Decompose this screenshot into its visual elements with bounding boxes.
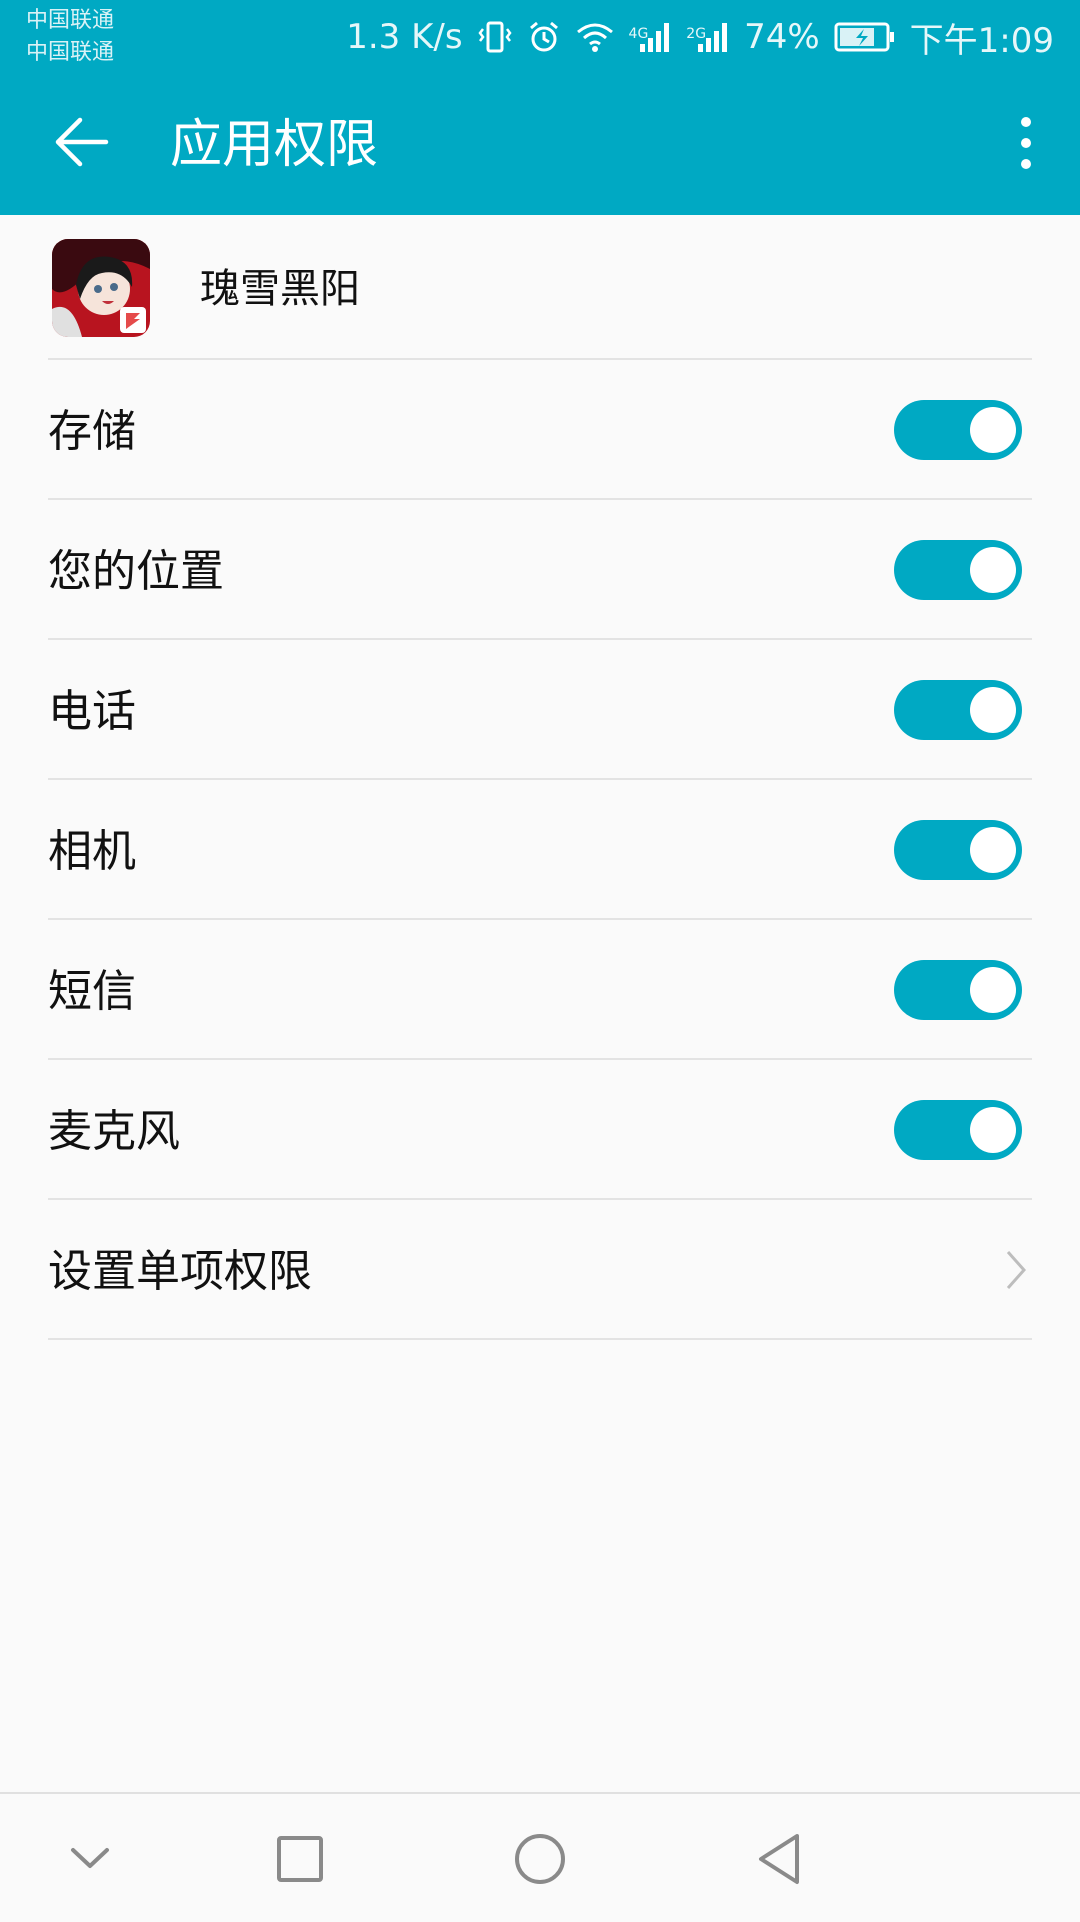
toggle-knob [970, 827, 1016, 873]
clock: 下午1:09 [909, 20, 1054, 61]
wifi-icon [575, 20, 615, 54]
square-recents-icon [277, 1836, 323, 1882]
app-name: 瑰雪黑阳 [200, 266, 360, 312]
nav-back-button[interactable] [745, 1824, 815, 1894]
permission-label: 存储 [48, 406, 136, 457]
signal-1: 4G [629, 20, 673, 54]
location-toggle[interactable] [894, 540, 1022, 600]
nav-recents-button[interactable] [265, 1824, 335, 1894]
storage-toggle[interactable] [894, 400, 1022, 460]
permission-row-location[interactable]: 您的位置 [0, 500, 1080, 640]
alarm-icon [527, 20, 561, 54]
vibrate-icon [477, 19, 513, 55]
net-type-2: 2G [686, 26, 707, 42]
individual-permissions-row[interactable]: 设置单项权限 [0, 1200, 1080, 1340]
carrier-2: 中国联通 [26, 40, 115, 65]
microphone-toggle[interactable] [894, 1100, 1022, 1160]
more-options-button[interactable] [1006, 110, 1046, 180]
phone-toggle[interactable] [894, 680, 1022, 740]
toggle-knob [970, 687, 1016, 733]
permission-row-phone[interactable]: 电话 [0, 640, 1080, 780]
arrow-left-icon [55, 117, 109, 167]
toggle-knob [970, 407, 1016, 453]
network-speed: 1.3 K/s [346, 17, 463, 57]
app-info-row: 瑰雪黑阳 [0, 215, 1080, 359]
sms-toggle[interactable] [894, 960, 1022, 1020]
net-type-1: 4G [628, 26, 649, 42]
toggle-knob [970, 1107, 1016, 1153]
back-button[interactable] [52, 112, 112, 172]
camera-toggle[interactable] [894, 820, 1022, 880]
toggle-knob [970, 967, 1016, 1013]
nav-hide-button[interactable] [55, 1824, 125, 1894]
permission-label: 您的位置 [48, 546, 224, 597]
permission-row-microphone[interactable]: 麦克风 [0, 1060, 1080, 1200]
header: 中国联通 中国联通 1.3 K/s 4G 2G 74% 下午1:09 应用权限 [0, 0, 1080, 215]
chevron-right-icon [1006, 1251, 1027, 1289]
chevron-down-icon [71, 1848, 109, 1868]
app-icon [52, 239, 150, 337]
nav-home-button[interactable] [505, 1824, 575, 1894]
triangle-back-icon [759, 1834, 799, 1884]
individual-permissions-label: 设置单项权限 [48, 1246, 312, 1297]
battery-percent: 74% [744, 17, 820, 57]
permission-label: 短信 [48, 966, 136, 1017]
toggle-knob [970, 547, 1016, 593]
battery-charging-icon [834, 21, 896, 53]
signal-2: 2G [686, 20, 730, 54]
permission-label: 麦克风 [48, 1106, 180, 1157]
page-title: 应用权限 [170, 115, 379, 175]
circle-home-icon [515, 1834, 565, 1884]
navigation-bar [0, 1792, 1080, 1922]
permission-label: 相机 [48, 826, 136, 877]
divider [48, 1338, 1032, 1340]
carrier-1: 中国联通 [26, 8, 115, 33]
more-vertical-icon [1021, 117, 1031, 169]
permission-row-camera[interactable]: 相机 [0, 780, 1080, 920]
permission-row-sms[interactable]: 短信 [0, 920, 1080, 1060]
status-bar-right: 1.3 K/s 4G 2G 74% 下午1:09 [346, 10, 1054, 64]
permission-row-storage[interactable]: 存储 [0, 360, 1080, 500]
permission-label: 电话 [48, 686, 136, 737]
